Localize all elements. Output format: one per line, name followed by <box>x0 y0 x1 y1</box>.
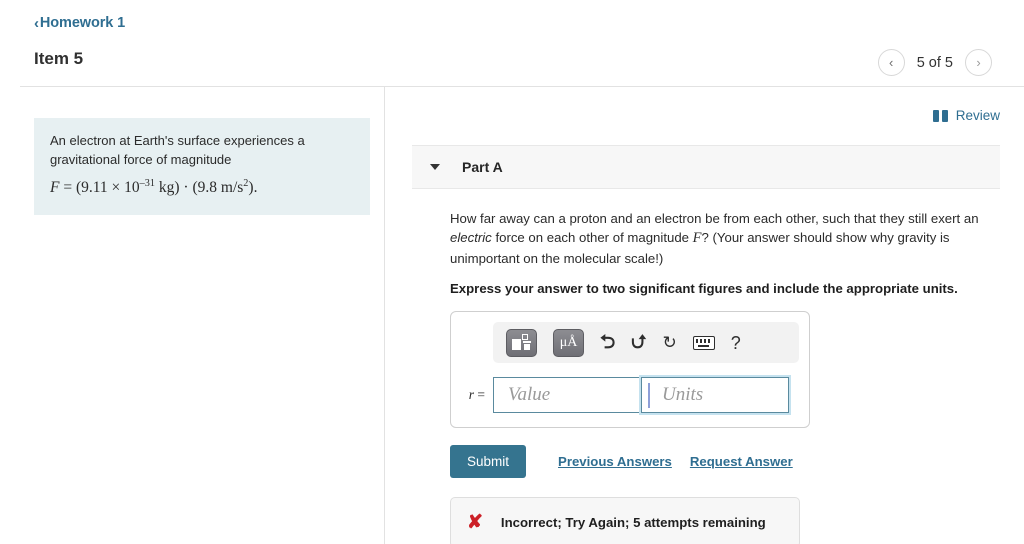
redo-icon[interactable]: ⮍ <box>631 333 646 352</box>
value-input-placeholder: Value <box>508 384 551 406</box>
back-to-homework-link[interactable]: ‹ Homework 1 <box>34 15 125 31</box>
formula-exponent-1: –31 <box>139 177 155 189</box>
template-button[interactable] <box>506 328 537 357</box>
undo-icon[interactable]: ⮌ <box>600 333 615 352</box>
formula-open-1: (9.11 × 10 <box>75 178 140 196</box>
answer-actions: Submit Previous Answers Request Answer <box>450 445 1000 479</box>
answer-equals-sign: = <box>474 387 485 403</box>
answer-panel: Review Part A How far away can a proton … <box>412 86 1000 544</box>
item-pager: ‹ 5 of 5 › <box>877 49 992 76</box>
part-a-body: How far away can a proton and an electro… <box>412 189 1000 544</box>
back-link-label: Homework 1 <box>39 15 126 31</box>
formula-dot: · <box>179 178 193 196</box>
question-variable: F <box>692 230 702 247</box>
answer-input-widget: μÅ ⮌ ⮍ ↻ ? r = Value Units <box>450 311 810 429</box>
units-input-placeholder: Units <box>662 384 704 406</box>
formula-unit-2: m/s <box>220 178 244 196</box>
problem-statement-panel: An electron at Earth's surface experienc… <box>34 118 370 216</box>
request-answer-link[interactable]: Request Answer <box>690 454 793 469</box>
review-link[interactable]: Review <box>932 108 1000 123</box>
help-icon[interactable]: ? <box>731 334 741 352</box>
units-input[interactable]: Units <box>641 377 789 414</box>
feedback-banner: ✘ Incorrect; Try Again; 5 attempts remai… <box>450 497 800 544</box>
answer-equals-label: r = <box>463 387 493 403</box>
problem-formula: F = (9.11 × 10–31 kg) · (9.8 m/s2). <box>50 177 354 199</box>
formula-unit-1: kg <box>155 178 175 196</box>
part-a-header[interactable]: Part A <box>412 145 1000 189</box>
page-title: Item 5 <box>34 49 84 68</box>
back-chevron-icon: ‹ <box>34 14 39 32</box>
question-text-segment-2: force on each other of magnitude <box>491 230 693 246</box>
text-cursor <box>648 383 650 409</box>
book-icon <box>932 109 948 122</box>
answer-field-row: r = Value Units <box>461 377 799 414</box>
pager-count-label: 5 of 5 <box>916 54 953 71</box>
formula-equals: = <box>59 178 76 196</box>
problem-text-line-1: An electron at Earth's surface experienc… <box>50 133 305 148</box>
question-emphasis: electric <box>450 230 492 246</box>
value-input[interactable]: Value <box>493 377 641 414</box>
formula-close-2: ). <box>248 178 258 196</box>
page-header: ‹ Homework 1 Item 5 ‹ 5 of 5 › <box>0 0 1024 86</box>
problem-statement-box: An electron at Earth's surface experienc… <box>34 118 370 216</box>
part-a-label: Part A <box>462 159 503 175</box>
units-button[interactable]: μÅ <box>553 328 584 357</box>
question-text-segment-1: How far away can a proton and an electro… <box>450 211 979 226</box>
units-button-label: μÅ <box>559 334 578 350</box>
review-row: Review <box>412 86 1000 123</box>
template-icon <box>512 334 531 351</box>
reset-icon[interactable]: ↻ <box>662 334 676 351</box>
keyboard-icon[interactable] <box>692 335 715 350</box>
submit-button[interactable]: Submit <box>450 445 527 479</box>
question-text: How far away can a proton and an electro… <box>450 209 998 268</box>
next-item-button[interactable]: › <box>965 49 992 76</box>
answer-instruction: Express your answer to two significant f… <box>450 281 958 297</box>
problem-text-line-2: gravitational force of magnitude <box>50 151 232 167</box>
previous-item-button[interactable]: ‹ <box>877 49 905 76</box>
math-toolbar: μÅ ⮌ ⮍ ↻ ? <box>493 322 799 364</box>
feedback-message: Incorrect; Try Again; 5 attempts remaini… <box>500 515 766 531</box>
review-link-label: Review <box>955 108 1000 123</box>
content-area: An electron at Earth's surface experienc… <box>0 86 1024 544</box>
formula-open-2: (9.8 <box>192 178 221 196</box>
error-x-icon: ✘ <box>467 512 483 534</box>
previous-answers-link[interactable]: Previous Answers <box>558 454 672 469</box>
chevron-down-icon <box>430 164 440 170</box>
